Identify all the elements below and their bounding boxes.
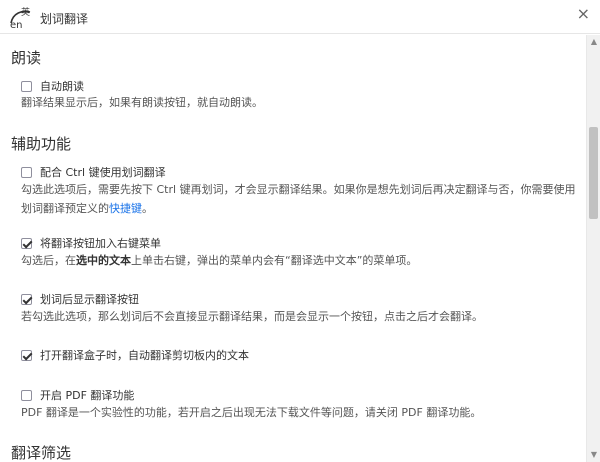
pdf-label: 开启 PDF 翻译功能	[40, 389, 135, 402]
ctrl-key-checkbox[interactable]	[21, 166, 32, 178]
ctrl-key-desc-line1: 勾选此选项后，需要先按下 Ctrl 键再划词，才会显示翻译结果。如果你是想先划词…	[21, 183, 576, 196]
context-menu-desc-suffix: 上单击右键，弹出的菜单内会有“翻译选中文本”的菜单项。	[131, 254, 418, 267]
app-logo-icon: 英 en	[10, 6, 31, 30]
ctrl-key-desc-prefix: 划词翻译预定义的	[21, 202, 109, 215]
clipboard-checkbox[interactable]	[21, 349, 32, 361]
section-title-filter: 翻译筛选	[11, 444, 72, 462]
clipboard-option[interactable]: 打开翻译盒子时，自动翻译剪切板内的文本	[21, 347, 249, 363]
auto-read-option[interactable]: 自动朗读	[21, 78, 84, 94]
ctrl-key-option[interactable]: 配合 Ctrl 键使用划词翻译	[21, 164, 166, 180]
pdf-checkbox[interactable]	[21, 389, 32, 401]
context-menu-desc-prefix: 勾选后，在	[21, 254, 76, 267]
show-button-checkbox[interactable]	[21, 293, 32, 305]
context-menu-checkbox[interactable]	[21, 237, 32, 249]
show-button-option[interactable]: 划词后显示翻译按钮	[21, 291, 139, 307]
show-button-label: 划词后显示翻译按钮	[40, 293, 139, 306]
ctrl-key-desc: 勾选此选项后，需要先按下 Ctrl 键再划词，才会显示翻译结果。如果你是想先划词…	[21, 180, 581, 218]
pdf-option[interactable]: 开启 PDF 翻译功能	[21, 387, 134, 403]
title-bar: 英 en 划词翻译 ×	[0, 0, 600, 34]
section-title-read: 朗读	[11, 49, 42, 67]
svg-text:英: 英	[21, 6, 30, 18]
section-title-assist: 辅助功能	[11, 135, 72, 153]
ctrl-key-desc-suffix: 。	[142, 202, 153, 215]
context-menu-label: 将翻译按钮加入右键菜单	[40, 237, 161, 250]
ctrl-key-desc-line2: 划词翻译预定义的快捷键。	[21, 199, 581, 218]
settings-content: 朗读 自动朗读 翻译结果显示后，如果有朗读按钮，就自动朗读。 辅助功能 配合 C…	[0, 35, 585, 462]
pdf-desc: PDF 翻译是一个实验性的功能，若开启之后出现无法下载文件等问题，请关闭 PDF…	[21, 406, 482, 419]
scroll-up-icon[interactable]: ▲	[587, 35, 600, 49]
svg-text:en: en	[10, 20, 23, 30]
scrollbar-thumb[interactable]	[589, 127, 598, 219]
clipboard-label: 打开翻译盒子时，自动翻译剪切板内的文本	[40, 349, 249, 362]
vertical-scrollbar[interactable]: ▲ ▼	[586, 35, 600, 462]
context-menu-desc: 勾选后，在选中的文本上单击右键，弹出的菜单内会有“翻译选中文本”的菜单项。	[21, 251, 581, 270]
auto-read-desc: 翻译结果显示后，如果有朗读按钮，就自动朗读。	[21, 96, 263, 109]
auto-read-label: 自动朗读	[40, 80, 84, 93]
close-icon[interactable]: ×	[577, 4, 590, 24]
auto-read-checkbox[interactable]	[21, 80, 32, 92]
scroll-down-icon[interactable]: ▼	[587, 448, 600, 462]
show-button-desc: 若勾选此选项，那么划词后不会直接显示翻译结果，而是会显示一个按钮，点击之后才会翻…	[21, 310, 483, 323]
ctrl-key-label: 配合 Ctrl 键使用划词翻译	[40, 166, 166, 179]
shortcut-link[interactable]: 快捷键	[109, 202, 142, 215]
context-menu-option[interactable]: 将翻译按钮加入右键菜单	[21, 235, 161, 251]
context-menu-desc-bold: 选中的文本	[76, 254, 131, 267]
window-title: 划词翻译	[40, 12, 89, 26]
